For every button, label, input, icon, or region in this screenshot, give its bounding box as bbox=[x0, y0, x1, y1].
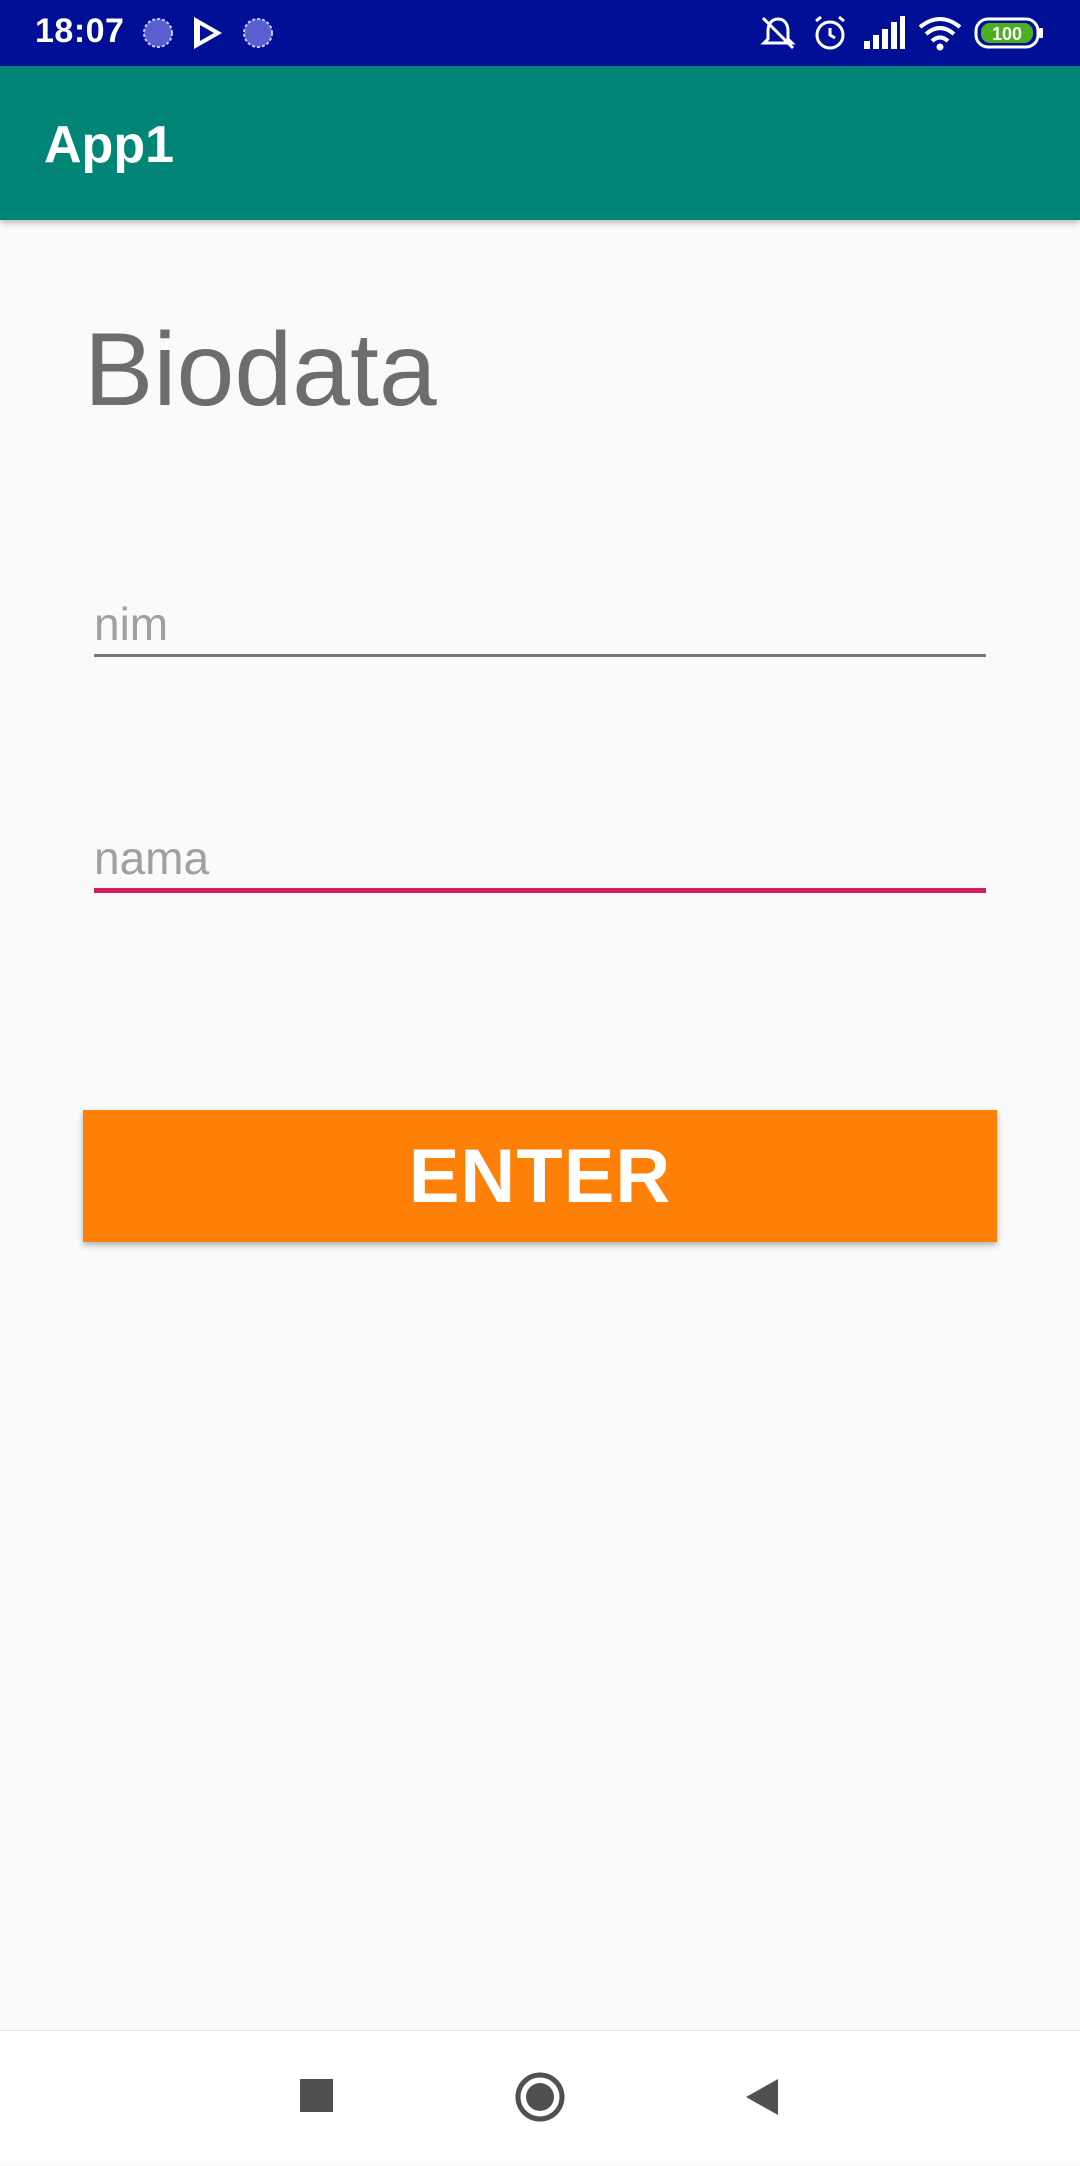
battery-icon: 100 bbox=[974, 17, 1043, 49]
home-circle-icon bbox=[515, 2072, 565, 2122]
page-heading: Biodata bbox=[84, 312, 437, 428]
navigation-bar bbox=[0, 2030, 1080, 2161]
home-button[interactable] bbox=[480, 2031, 600, 2161]
status-time: 18:07 bbox=[35, 12, 125, 50]
sync-icon bbox=[143, 18, 173, 48]
alarm-icon bbox=[815, 15, 845, 50]
signal-icon bbox=[864, 16, 905, 49]
nim-field[interactable] bbox=[94, 594, 986, 657]
recents-square-icon bbox=[300, 2079, 333, 2112]
notifications-off-icon bbox=[760, 16, 796, 50]
wifi-icon bbox=[918, 17, 962, 51]
play-store-icon bbox=[194, 17, 222, 49]
recents-button[interactable] bbox=[256, 2031, 376, 2161]
status-bar: 18:07 100 bbox=[0, 0, 1080, 66]
app-title: App1 bbox=[44, 116, 174, 174]
sync-icon bbox=[243, 18, 273, 48]
battery-level: 100 bbox=[992, 24, 1022, 44]
enter-button[interactable]: ENTER bbox=[83, 1110, 997, 1242]
back-triangle-icon bbox=[746, 2079, 778, 2115]
nama-field[interactable] bbox=[94, 828, 986, 893]
back-button[interactable] bbox=[702, 2031, 822, 2161]
app-bar: App1 bbox=[0, 66, 1080, 220]
